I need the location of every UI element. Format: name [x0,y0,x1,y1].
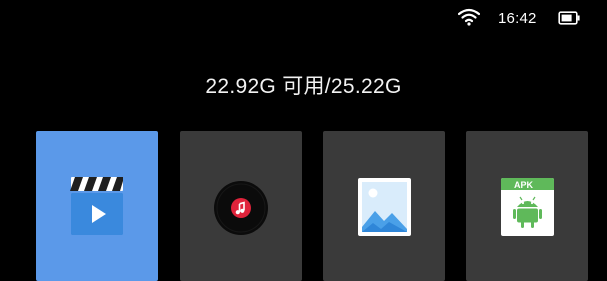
battery-icon [558,11,580,25]
storage-available-label: 22.92G 可用/25.22G [205,75,402,98]
wifi-icon [458,8,480,26]
image-picture-icon [358,178,411,236]
apk-android-icon: APK [501,178,554,236]
status-bar: 16:42 [447,7,607,31]
tile-music[interactable] [180,131,302,281]
video-clapperboard-icon [70,177,123,235]
tile-video[interactable] [36,131,158,281]
apk-badge-label: APK [514,180,534,190]
music-record-icon [214,181,268,235]
tile-image[interactable] [323,131,445,281]
tile-apk[interactable]: APK [466,131,588,281]
clock: 16:42 [498,10,537,27]
